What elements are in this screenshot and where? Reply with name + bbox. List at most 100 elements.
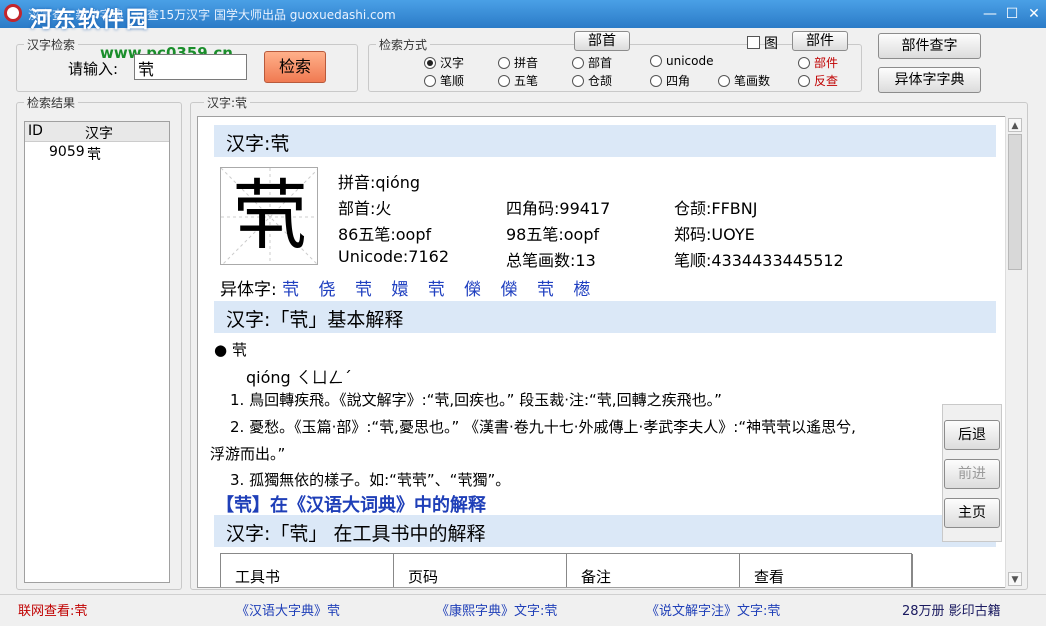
scroll-down-arrow-icon[interactable]: ▼ [1008, 572, 1022, 586]
column-tool-book: 工具书 [221, 554, 394, 587]
wubi86-field: 86五笔:oopf [338, 225, 432, 244]
big-character: 茕 [232, 171, 308, 260]
zhengma-field: 郑码:UOYE [674, 225, 755, 244]
variant-link[interactable]: 茕 [355, 280, 372, 300]
radio-label: 汉字 [440, 56, 465, 70]
radio-dot [798, 74, 810, 87]
search-mode-title: 检索方式 [376, 36, 431, 53]
radio-four-corner[interactable]: 四角 [650, 72, 690, 89]
home-button[interactable]: 主页 [944, 498, 1000, 528]
column-note: 备注 [567, 554, 740, 587]
stroke-order-field: 笔顺:4334433445512 [674, 251, 844, 270]
scroll-thumb[interactable] [1008, 134, 1022, 270]
variant-link[interactable]: 嬛 [391, 280, 408, 300]
search-input[interactable]: 茕 [134, 54, 247, 80]
close-button[interactable]: ✕ [1022, 4, 1046, 24]
radio-unicode[interactable]: unicode [650, 54, 713, 68]
variant-link[interactable]: 儝 [464, 280, 481, 300]
status-bar: 联网查看:茕 《汉语大字典》茕 《康熙字典》文字:茕 《说文解字注》文字:茕 2… [0, 594, 1046, 626]
radio-hanzi[interactable]: 汉字 [424, 54, 464, 71]
detail-content: 汉字:茕 茕 拼音:qióng 部首:火 四角码:99417 仓颉:FFBNJ … [197, 116, 1007, 588]
kangxi-dictionary-link[interactable]: 《康熙字典》文字:茕 [436, 600, 557, 619]
radio-reverse-lookup[interactable]: 反查 [798, 72, 838, 89]
results-list[interactable]: ID 汉字 9059 茕 [24, 121, 170, 583]
watermark-logo: 河东软件园 [30, 8, 151, 33]
radio-label: 部首 [588, 56, 613, 70]
basic-explanation-header: 汉字:「茕」基本解释 [214, 301, 996, 333]
wubi98-field: 98五笔:oopf [506, 225, 600, 244]
column-id: ID [28, 123, 43, 139]
variant-link[interactable]: 茕 [282, 280, 299, 300]
forward-button[interactable]: 前进 [944, 459, 1000, 489]
results-list-header: ID 汉字 [25, 122, 169, 142]
four-corner-field: 四角码:99417 [506, 199, 611, 218]
scroll-up-arrow-icon[interactable]: ▲ [1008, 118, 1022, 132]
variant-link[interactable]: 儝 [501, 280, 518, 300]
radio-dot [572, 74, 584, 87]
result-row[interactable]: 9059 茕 [25, 144, 169, 164]
radio-dot [650, 74, 662, 87]
radio-label: 笔画数 [734, 74, 771, 88]
variant-link[interactable]: 茕 [537, 280, 554, 300]
radio-stroke-order[interactable]: 笔顺 [424, 72, 464, 89]
radio-cangjie[interactable]: 仓颉 [572, 72, 612, 89]
radio-pinyin[interactable]: 拼音 [498, 54, 538, 71]
radio-dot [798, 56, 810, 69]
radicals-button[interactable]: 部首 [574, 31, 630, 51]
stroke-count-field: 总笔画数:13 [506, 251, 596, 270]
pinyin-field: 拼音:qióng [338, 173, 421, 192]
definition-1: 1. 鳥回轉疾飛。《說文解字》:“茕,回疾也。” 段玉裁·注:“茕,回轉之疾飛也… [230, 391, 722, 409]
variants-row: 异体字: 茕 侥 茕 嬛 茕 儝 儝 茕 檧 [220, 275, 604, 300]
radio-label: 五笔 [514, 74, 539, 88]
minimize-button[interactable]: — [978, 4, 1002, 24]
variants-label: 异体字: [220, 280, 277, 300]
unicode-field: Unicode:7162 [338, 247, 449, 266]
radio-label: unicode [666, 54, 714, 68]
ciyuan-link[interactable]: 【茕】在《汉语大词典》中的解释 [216, 491, 486, 517]
variant-dictionary-button[interactable]: 异体字字典 [878, 67, 981, 93]
back-button[interactable]: 后退 [944, 420, 1000, 450]
char-image-box: 茕 [220, 167, 318, 265]
tools-header: 汉字:「茕」 在工具书中的解释 [214, 515, 996, 547]
radio-radical[interactable]: 部首 [572, 54, 612, 71]
online-lookup-link[interactable]: 联网查看:茕 [18, 600, 87, 619]
picture-checkbox[interactable] [747, 36, 760, 49]
char-header: 汉字:茕 [214, 125, 996, 157]
radical-field: 部首:火 [338, 199, 392, 218]
radio-label: 四角 [666, 74, 691, 88]
result-char: 茕 [87, 147, 101, 163]
search-group-title: 汉字检索 [24, 36, 79, 53]
column-char: 汉字 [85, 126, 113, 142]
search-input-label: 请输入: [68, 60, 119, 78]
variant-link[interactable]: 侥 [319, 280, 336, 300]
result-id: 9059 [49, 144, 85, 160]
search-button[interactable]: 检索 [264, 51, 326, 83]
radio-label: 仓颉 [588, 74, 613, 88]
radio-dot [424, 56, 436, 69]
detail-scrollbar[interactable]: ▲ ▼ [1005, 116, 1023, 588]
radio-dot [650, 55, 662, 67]
results-group-title: 检索结果 [24, 94, 79, 111]
radio-label: 拼音 [514, 56, 539, 70]
radio-wubi[interactable]: 五笔 [498, 72, 538, 89]
maximize-button[interactable]: ☐ [1000, 4, 1024, 24]
radio-dot [424, 74, 436, 87]
radio-dot [498, 56, 510, 69]
variant-link[interactable]: 檧 [573, 280, 590, 300]
app-icon [4, 4, 22, 22]
radio-components[interactable]: 部件 [798, 54, 838, 71]
components-button[interactable]: 部件 [792, 31, 848, 51]
radio-dot [498, 74, 510, 87]
definition-2: 2. 憂愁。《玉篇·部》:“茕,憂思也。” 《漢書·卷九十七·外戚傳上·孝武李夫… [230, 418, 856, 436]
radio-label: 反查 [814, 74, 839, 88]
tools-table: 工具书 页码 备注 查看 [220, 553, 913, 587]
ancient-books-link[interactable]: 28万册 影印古籍 [902, 600, 1001, 619]
shuowen-link[interactable]: 《说文解字注》文字:茕 [646, 600, 780, 619]
variant-link[interactable]: 茕 [428, 280, 445, 300]
hanyu-dazidian-link[interactable]: 《汉语大字典》茕 [236, 600, 340, 619]
component-lookup-button[interactable]: 部件查字 [878, 33, 981, 59]
radio-dot [718, 74, 730, 87]
column-page: 页码 [394, 554, 567, 587]
radio-stroke-count[interactable]: 笔画数 [718, 72, 770, 89]
picture-checkbox-label: 图 [764, 36, 778, 52]
